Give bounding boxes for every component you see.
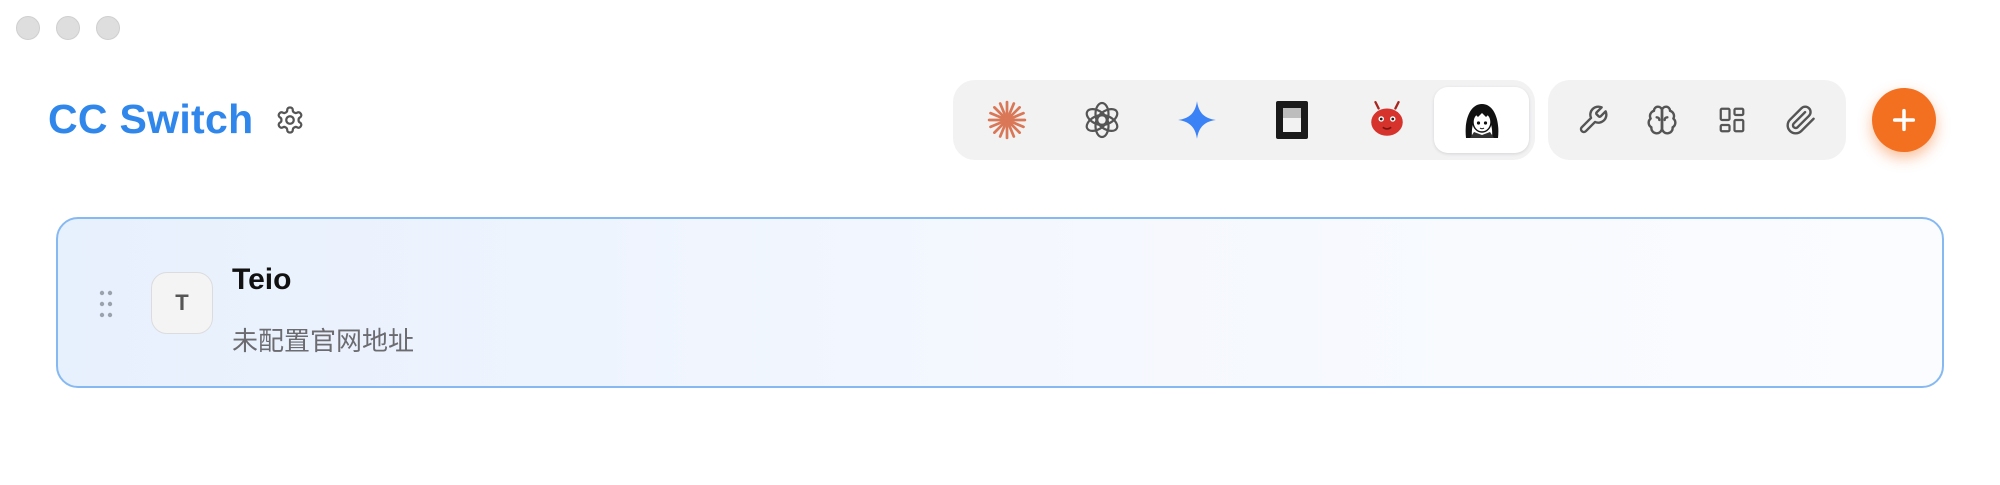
app-title: CC Switch bbox=[48, 96, 254, 142]
plus-icon bbox=[1892, 108, 1916, 132]
provider-name: Teio bbox=[232, 263, 292, 296]
terminal-app-icon bbox=[1275, 101, 1308, 139]
tab-openai[interactable] bbox=[1054, 87, 1149, 153]
window-controls bbox=[16, 16, 120, 40]
tools-group bbox=[1548, 80, 1846, 160]
provider-card[interactable]: T Teio 未配置官网地址 bbox=[56, 217, 1944, 388]
drag-handle-icon[interactable] bbox=[98, 289, 114, 319]
paperclip-icon bbox=[1786, 105, 1816, 135]
anime-avatar-icon bbox=[1461, 100, 1502, 140]
wrench-button[interactable] bbox=[1565, 92, 1621, 148]
brain-button[interactable] bbox=[1634, 92, 1690, 148]
settings-button[interactable] bbox=[270, 100, 310, 140]
provider-url-status: 未配置官网地址 bbox=[232, 327, 415, 357]
tab-anime-avatar[interactable] bbox=[1434, 87, 1529, 153]
wrench-icon bbox=[1579, 105, 1608, 134]
tab-claude[interactable] bbox=[959, 87, 1054, 153]
tab-gemini[interactable] bbox=[1149, 87, 1244, 153]
gear-icon bbox=[277, 106, 303, 134]
add-provider-button[interactable] bbox=[1872, 88, 1936, 152]
openai-knot-icon bbox=[1085, 101, 1118, 139]
provider-avatar: T bbox=[151, 272, 213, 334]
gemini-sparkle-icon bbox=[1177, 101, 1216, 139]
grid-icon bbox=[1719, 107, 1745, 133]
red-mascot-icon bbox=[1370, 100, 1403, 136]
app-switcher bbox=[953, 80, 1535, 160]
paperclip-button[interactable] bbox=[1773, 92, 1829, 148]
brain-icon bbox=[1647, 105, 1677, 135]
tab-terminal[interactable] bbox=[1244, 87, 1339, 153]
zoom-window-button[interactable] bbox=[96, 16, 120, 40]
minimize-window-button[interactable] bbox=[56, 16, 80, 40]
claude-starburst-icon bbox=[987, 100, 1026, 140]
app-window: CC Switch T Teio 未配置官网地址 bbox=[0, 0, 2000, 485]
tab-red-mascot[interactable] bbox=[1339, 87, 1434, 153]
grid-button[interactable] bbox=[1704, 92, 1760, 148]
close-window-button[interactable] bbox=[16, 16, 40, 40]
